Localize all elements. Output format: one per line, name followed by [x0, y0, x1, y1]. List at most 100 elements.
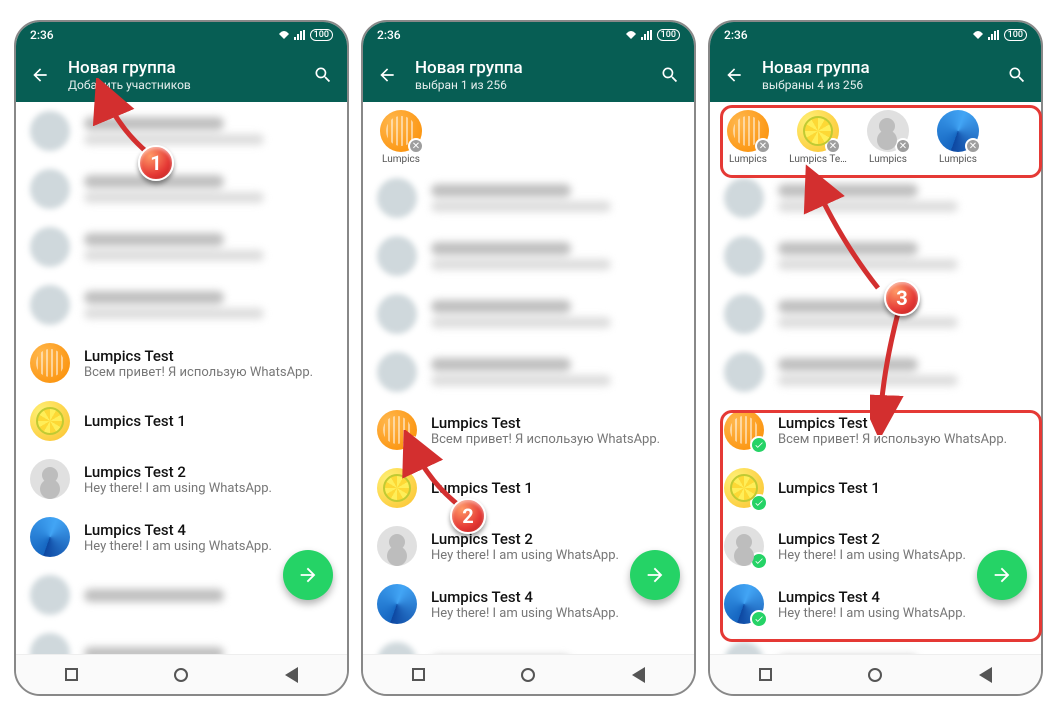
- avatar: [724, 526, 764, 566]
- chip-remove-icon[interactable]: ✕: [965, 138, 981, 154]
- contact-blurred[interactable]: [363, 227, 694, 285]
- contact-status: Hey there! I am using WhatsApp.: [84, 481, 333, 496]
- contact-blurred[interactable]: [363, 633, 694, 654]
- status-icons: 100: [972, 29, 1027, 41]
- contact-row[interactable]: Lumpics Test 2 Hey there! I am using Wha…: [16, 450, 347, 508]
- back-button[interactable]: [371, 59, 403, 91]
- avatar: [724, 468, 764, 508]
- page-subtitle: Добавить участников: [68, 78, 295, 92]
- check-icon: [750, 552, 768, 570]
- avatar: [724, 584, 764, 624]
- contact-blurred[interactable]: [16, 160, 347, 218]
- selected-chip[interactable]: ✕Lumpics Te…: [786, 110, 850, 165]
- contact-blurred[interactable]: [710, 285, 1041, 343]
- chip-remove-icon[interactable]: ✕: [895, 138, 911, 154]
- nav-home[interactable]: [860, 660, 890, 690]
- contact-status: Всем привет! Я использую WhatsApp.: [84, 365, 333, 380]
- contact-row[interactable]: Lumpics Test Всем привет! Я использую Wh…: [16, 334, 347, 392]
- chip-remove-icon[interactable]: ✕: [825, 138, 841, 154]
- toolbar-text: Новая группа выбраны 4 из 256: [762, 58, 989, 93]
- nav-home[interactable]: [513, 660, 543, 690]
- contact-blurred[interactable]: [16, 102, 347, 160]
- selected-chip[interactable]: ✕ Lumpics: [369, 110, 433, 165]
- nav-recent[interactable]: [403, 660, 433, 690]
- wifi-icon: [278, 30, 290, 40]
- search-button[interactable]: [1001, 59, 1033, 91]
- contact-name: Lumpics Test 1: [778, 479, 1027, 497]
- toolbar: Новая группа выбран 1 из 256: [363, 48, 694, 102]
- contact-blurred[interactable]: [363, 169, 694, 227]
- search-button[interactable]: [654, 59, 686, 91]
- avatar: [377, 410, 417, 450]
- selected-chip[interactable]: ✕Lumpics: [926, 110, 990, 165]
- contact-name: Lumpics Test 2: [84, 463, 333, 481]
- contact-name: Lumpics Test: [778, 414, 1027, 432]
- phone-2: 2:36 100 Новая группа выбран 1 из 256: [361, 20, 696, 696]
- contact-blurred[interactable]: [16, 276, 347, 334]
- contact-list-body[interactable]: ✕Lumpics ✕Lumpics Te… ✕Lumpics ✕Lumpics …: [710, 102, 1041, 654]
- contact-status: Hey there! I am using WhatsApp.: [778, 606, 1027, 621]
- contact-blurred[interactable]: [710, 227, 1041, 285]
- chip-label: Lumpics: [729, 154, 767, 165]
- wifi-icon: [972, 30, 984, 40]
- page-title: Новая группа: [68, 58, 295, 78]
- contact-list-body[interactable]: Lumpics Test Всем привет! Я использую Wh…: [16, 102, 347, 654]
- avatar: [724, 410, 764, 450]
- clock: 2:36: [724, 28, 748, 42]
- contact-row[interactable]: Lumpics Test Всем привет! Я использую Wh…: [363, 401, 694, 459]
- wifi-icon: [625, 30, 637, 40]
- contact-name: Lumpics Test 1: [84, 412, 333, 430]
- page-subtitle: выбран 1 из 256: [415, 78, 642, 92]
- toolbar-text: Новая группа выбран 1 из 256: [415, 58, 642, 93]
- annotation-marker-3: 3: [884, 280, 920, 316]
- contact-blurred[interactable]: [363, 285, 694, 343]
- nav-back[interactable]: [277, 660, 307, 690]
- page-subtitle: выбраны 4 из 256: [762, 78, 989, 92]
- nav-home[interactable]: [166, 660, 196, 690]
- chip-label: Lumpics: [382, 154, 420, 165]
- contact-row[interactable]: Lumpics Test 1: [710, 459, 1041, 517]
- clock: 2:36: [377, 28, 401, 42]
- avatar: [30, 459, 70, 499]
- next-fab[interactable]: [977, 550, 1027, 600]
- contact-name: Lumpics Test: [84, 347, 333, 365]
- contact-status: Hey there! I am using WhatsApp.: [84, 539, 333, 554]
- check-icon: [750, 494, 768, 512]
- chip-label: Lumpics: [939, 154, 977, 165]
- contact-row[interactable]: Lumpics Test 1: [363, 459, 694, 517]
- signal-icon: [641, 30, 653, 40]
- nav-recent[interactable]: [56, 660, 86, 690]
- contact-status: Hey there! I am using WhatsApp.: [431, 606, 680, 621]
- battery-icon: 100: [1004, 29, 1027, 41]
- contact-name: Lumpics Test 4: [84, 521, 333, 539]
- battery-icon: 100: [657, 29, 680, 41]
- contact-blurred[interactable]: [710, 169, 1041, 227]
- nav-back[interactable]: [624, 660, 654, 690]
- nav-recent[interactable]: [750, 660, 780, 690]
- next-fab[interactable]: [630, 550, 680, 600]
- contact-list-body[interactable]: ✕ Lumpics Lumpics Test Всем привет! Я ис…: [363, 102, 694, 654]
- selected-chip[interactable]: ✕Lumpics: [716, 110, 780, 165]
- contact-blurred[interactable]: [710, 633, 1041, 654]
- contact-blurred[interactable]: [16, 218, 347, 276]
- contact-blurred[interactable]: [16, 624, 347, 654]
- battery-icon: 100: [310, 29, 333, 41]
- contact-row[interactable]: Lumpics Test Всем привет! Я использую Wh…: [710, 401, 1041, 459]
- toolbar: Новая группа Добавить участников: [16, 48, 347, 102]
- chip-remove-icon[interactable]: ✕: [408, 138, 424, 154]
- back-button[interactable]: [718, 59, 750, 91]
- back-button[interactable]: [24, 59, 56, 91]
- contact-blurred[interactable]: [363, 343, 694, 401]
- avatar: [30, 517, 70, 557]
- annotation-marker-2: 2: [450, 498, 486, 534]
- android-navbar: [710, 654, 1041, 694]
- chip-remove-icon[interactable]: ✕: [755, 138, 771, 154]
- search-button[interactable]: [307, 59, 339, 91]
- contact-row[interactable]: Lumpics Test 1: [16, 392, 347, 450]
- nav-back[interactable]: [971, 660, 1001, 690]
- avatar: [30, 343, 70, 383]
- check-icon: [750, 436, 768, 454]
- next-fab[interactable]: [283, 550, 333, 600]
- contact-blurred[interactable]: [710, 343, 1041, 401]
- selected-chip[interactable]: ✕Lumpics: [856, 110, 920, 165]
